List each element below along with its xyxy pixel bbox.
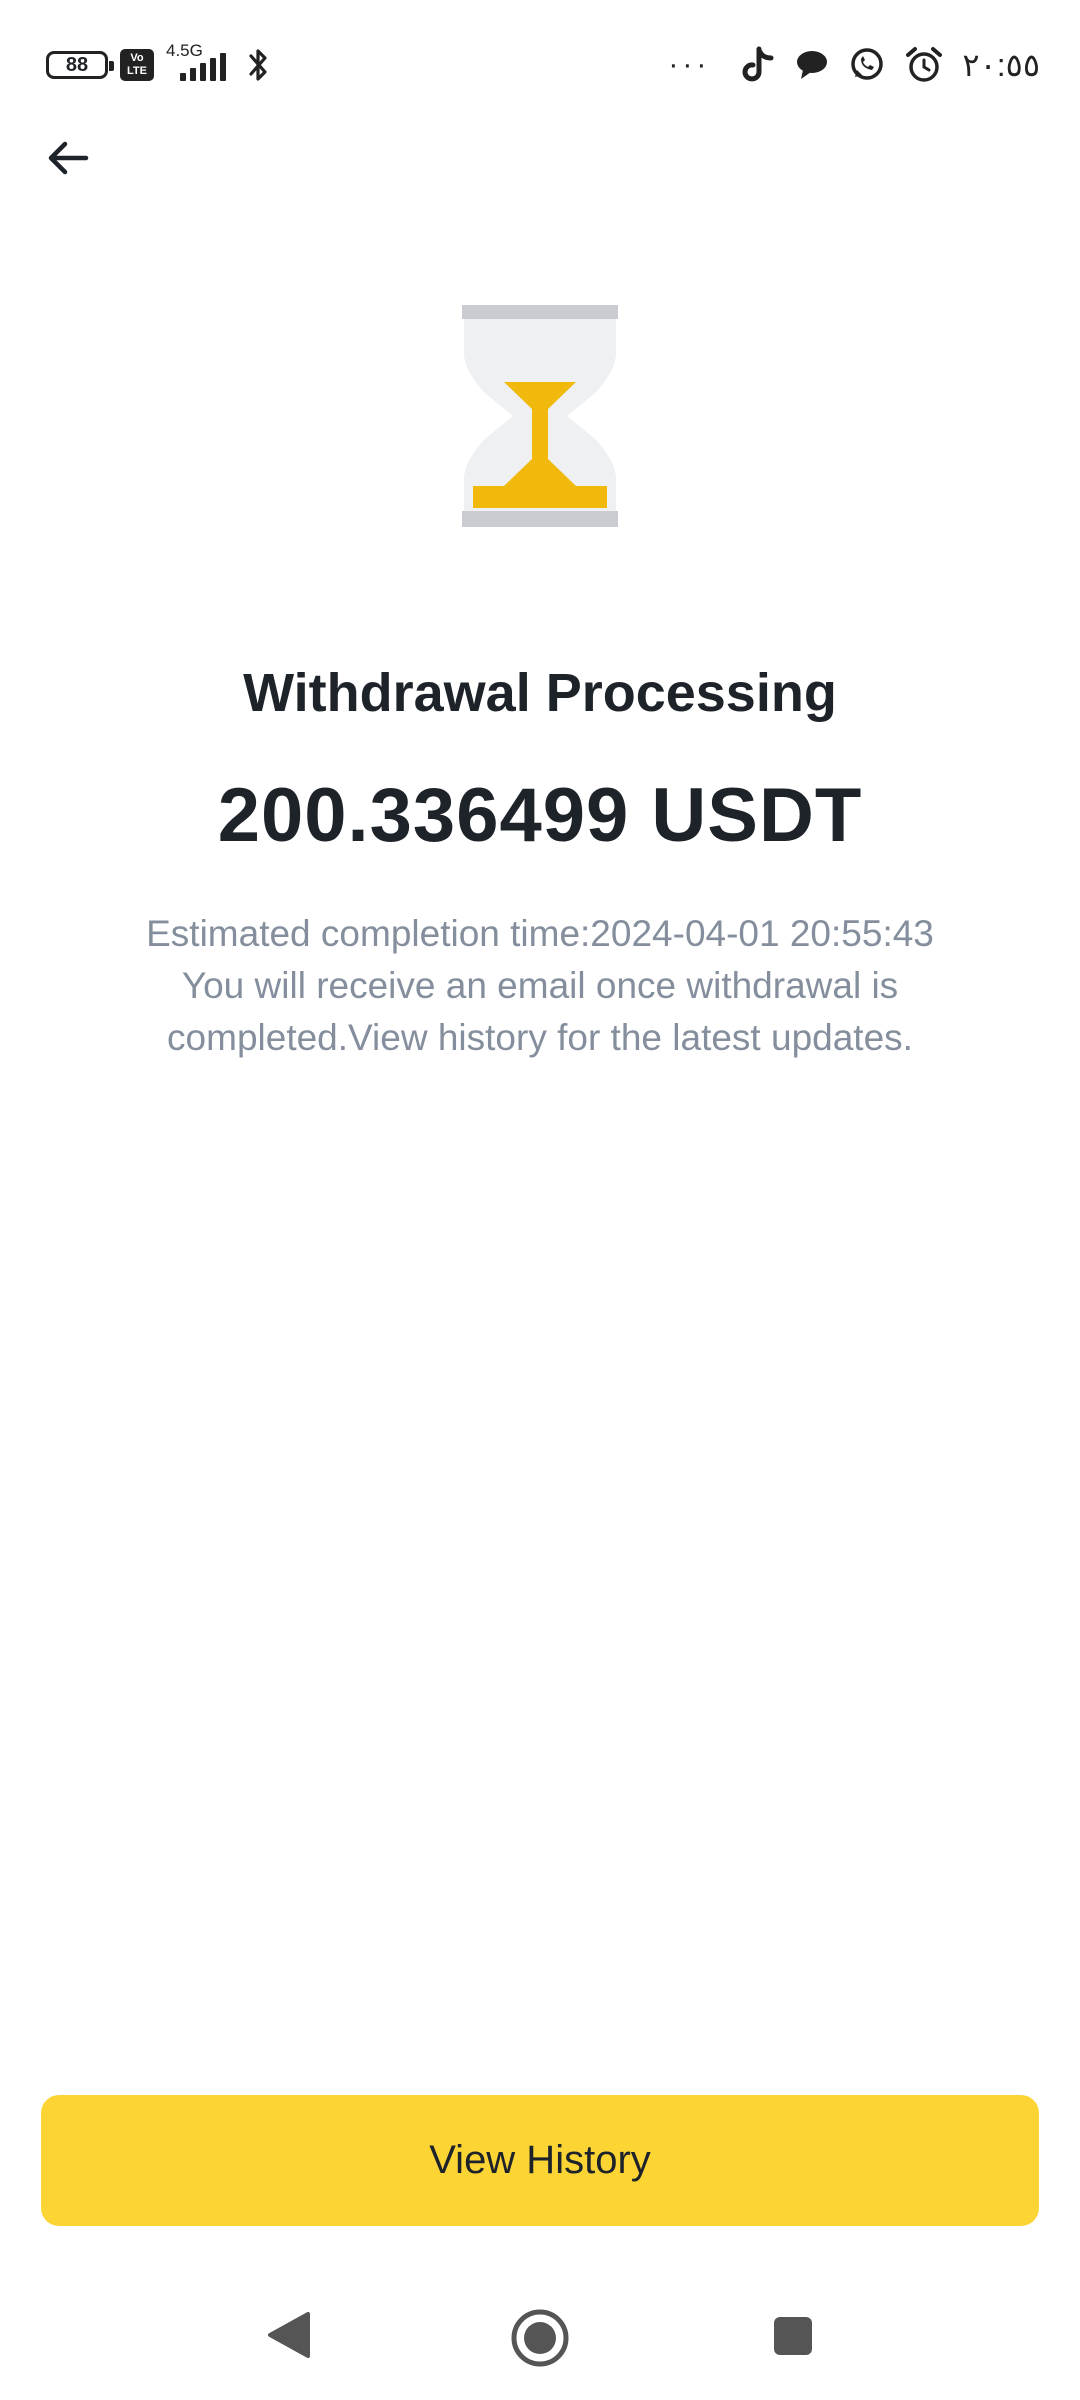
more-notifications-icon: ··· (668, 48, 711, 81)
status-time: ٢٠:٥٥ (962, 47, 1040, 83)
status-right-group: ··· ٢٠:٥٥ (668, 40, 1040, 90)
volte-icon: Vo LTE (120, 49, 154, 81)
tiktok-icon (742, 46, 774, 82)
volte-label-bottom: LTE (127, 65, 147, 77)
nav-recents-icon[interactable] (773, 2316, 813, 2356)
status-info: Estimated completion time:2024-04-01 20:… (90, 908, 990, 1064)
navigation-bar (0, 2280, 1080, 2390)
nav-back-icon[interactable] (266, 2310, 310, 2360)
whatsapp-icon (851, 48, 884, 80)
estimated-completion-time: Estimated completion time:2024-04-01 20:… (146, 913, 934, 954)
status-left-group: 88 Vo LTE 4.5G (46, 40, 270, 90)
signal-icon: 4.5G (166, 41, 236, 85)
battery-level: 88 (65, 53, 89, 76)
back-button[interactable] (40, 130, 96, 186)
status-message: You will receive an email once withdrawa… (167, 965, 913, 1058)
nav-home-icon[interactable] (510, 2308, 570, 2368)
status-title: Withdrawal Processing (243, 663, 837, 723)
view-history-button[interactable]: View History (41, 2095, 1039, 2226)
signal-bars (180, 53, 226, 81)
battery-icon: 88 (46, 51, 114, 79)
arrow-left-icon (48, 141, 89, 175)
status-bar: 88 Vo LTE 4.5G ··· ٢٠:٥٥ (0, 0, 1080, 130)
hourglass-icon (462, 305, 618, 527)
withdrawal-amount: 200.336499 USDT (217, 773, 863, 858)
volte-label-top: Vo (130, 52, 144, 64)
alarm-icon (906, 47, 943, 82)
withdrawal-processing-screen: 88 Vo LTE 4.5G ··· ٢٠:٥٥ Withdrawal Proc… (0, 0, 1080, 2400)
chat-bubble-icon (797, 51, 828, 79)
bluetooth-icon (249, 49, 267, 81)
